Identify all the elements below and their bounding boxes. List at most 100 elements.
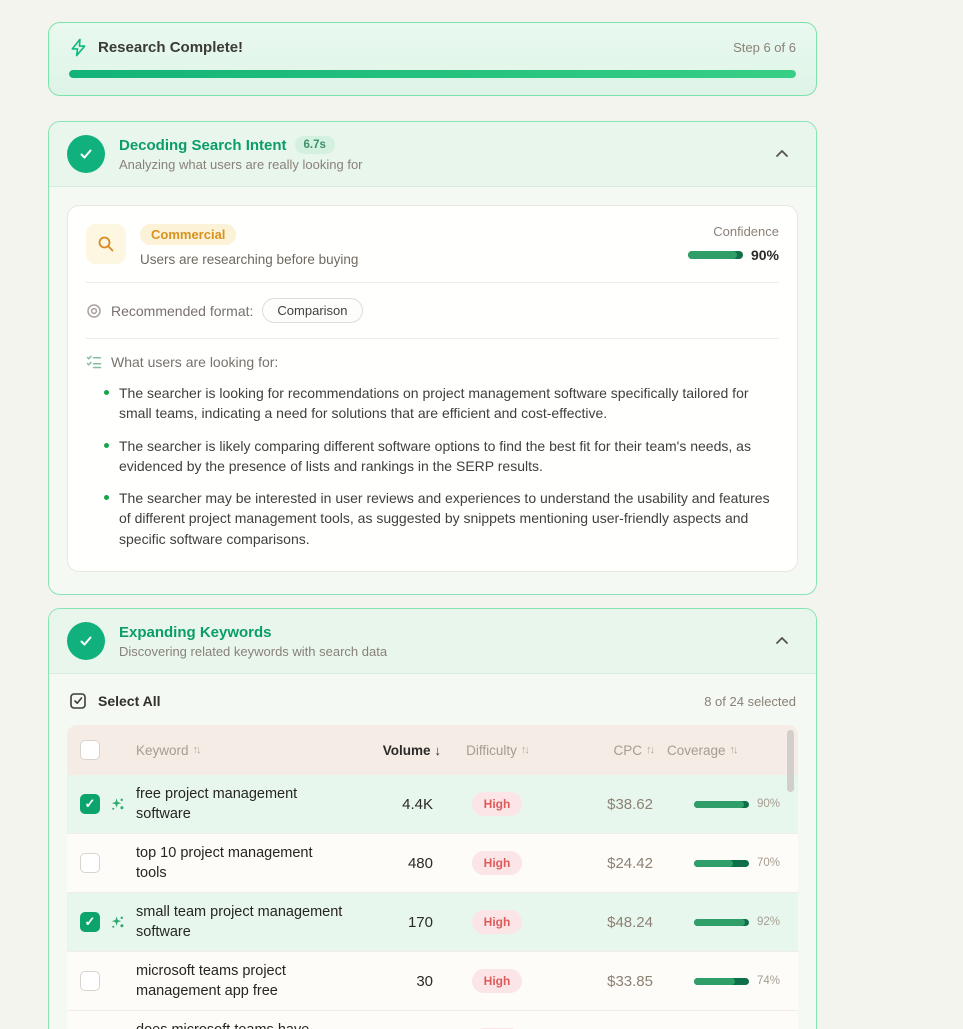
keyword-table: Keyword↑↓ Volume↓ Difficulty↑↓ CPC↑↓ Cov… — [67, 725, 798, 1029]
coverage-percent: 70% — [757, 857, 785, 869]
keyword-text: free project management software — [136, 784, 355, 824]
keyword-text: small team project management software — [136, 902, 355, 942]
target-icon — [86, 303, 102, 319]
bullet-dot — [104, 443, 109, 448]
intent-card-subtitle: Analyzing what users are really looking … — [119, 157, 363, 172]
difficulty-badge: High — [472, 969, 523, 993]
keyword-table-row[interactable]: free project management software 4.4K Hi… — [67, 775, 798, 834]
recommended-format-label: Recommended format: — [111, 303, 253, 319]
divider — [86, 282, 779, 283]
intent-card-header[interactable]: Decoding Search Intent 6.7s Analyzing wh… — [49, 122, 816, 187]
keyword-text: microsoft teams project management app f… — [136, 961, 355, 1001]
bullet-dot — [104, 390, 109, 395]
intent-analysis-panel: Commercial Users are researching before … — [67, 205, 798, 572]
cpc-value: $48.24 — [553, 914, 653, 931]
recommended-format-value: Comparison — [262, 298, 362, 323]
search-intent-icon-box — [86, 224, 126, 264]
keyword-table-row[interactable]: top 10 project management tools 480 High… — [67, 834, 798, 893]
column-header-volume[interactable]: Volume↓ — [355, 743, 441, 758]
checklist-icon — [86, 354, 102, 370]
row-checkbox[interactable] — [80, 853, 100, 873]
keywords-card-subtitle: Discovering related keywords with search… — [119, 644, 387, 659]
coverage-bar-fill — [694, 860, 733, 867]
difficulty-badge: High — [472, 792, 523, 816]
coverage-bar-fill — [694, 801, 744, 808]
column-header-keyword[interactable]: Keyword↑↓ — [136, 743, 355, 758]
keywords-card-header[interactable]: Expanding Keywords Discovering related k… — [49, 609, 816, 674]
volume-value: 4.4K — [355, 796, 441, 813]
step-complete-icon — [67, 135, 105, 173]
coverage-bar — [694, 860, 749, 867]
volume-value: 30 — [355, 973, 441, 990]
looking-for-list: The searcher is looking for recommendati… — [86, 383, 779, 549]
coverage-bar — [694, 919, 749, 926]
cpc-value: $24.42 — [553, 855, 653, 872]
looking-for-item: The searcher is looking for recommendati… — [104, 383, 779, 424]
intent-card-title: Decoding Search Intent — [119, 137, 287, 154]
keyword-table-header: Keyword↑↓ Volume↓ Difficulty↑↓ CPC↑↓ Cov… — [67, 725, 798, 775]
sort-icon: ↑↓ — [646, 744, 653, 756]
bolt-icon — [69, 38, 88, 57]
selected-summary: 8 of 24 selected — [704, 694, 796, 709]
cpc-value: $33.85 — [553, 973, 653, 990]
row-checkbox[interactable] — [80, 912, 100, 932]
banner-title: Research Complete! — [98, 39, 243, 56]
progress-bar — [69, 70, 796, 78]
column-header-difficulty[interactable]: Difficulty↑↓ — [441, 743, 553, 758]
keyword-table-body: free project management software 4.4K Hi… — [67, 775, 798, 1029]
header-checkbox[interactable] — [80, 740, 100, 760]
confidence-label: Confidence — [688, 224, 779, 239]
keyword-text: does microsoft teams have project manage… — [136, 1020, 355, 1029]
intent-type-badge: Commercial — [140, 224, 236, 245]
confidence-bar-fill — [688, 251, 738, 259]
looking-for-heading: What users are looking for: — [111, 354, 278, 370]
duration-badge: 6.7s — [295, 136, 335, 154]
select-all-button[interactable]: Select All — [69, 692, 161, 710]
step-indicator: Step 6 of 6 — [733, 40, 796, 55]
volume-value: 170 — [355, 914, 441, 931]
row-checkbox[interactable] — [80, 971, 100, 991]
keyword-table-row[interactable]: microsoft teams project management app f… — [67, 952, 798, 1011]
cpc-value: $38.62 — [553, 796, 653, 813]
step-complete-icon — [67, 622, 105, 660]
keyword-table-row[interactable]: small team project management software 1… — [67, 893, 798, 952]
coverage-bar — [694, 978, 749, 985]
column-header-coverage[interactable]: Coverage↑↓ — [653, 743, 785, 758]
bullet-dot — [104, 495, 109, 500]
keywords-card-title: Expanding Keywords — [119, 624, 272, 641]
research-complete-banner: Research Complete! Step 6 of 6 — [48, 22, 817, 96]
coverage-percent: 92% — [757, 916, 785, 928]
confidence-value: 90% — [751, 247, 779, 263]
column-header-cpc[interactable]: CPC↑↓ — [553, 743, 653, 758]
select-all-checkbox-icon — [69, 692, 87, 710]
row-checkbox[interactable] — [80, 794, 100, 814]
sort-icon: ↑↓ — [521, 744, 528, 756]
sort-icon: ↑↓ — [730, 744, 737, 756]
ai-sparkle-icon — [110, 915, 136, 930]
chevron-up-icon — [774, 633, 790, 649]
confidence-bar — [688, 251, 743, 259]
keywords-step-card: Expanding Keywords Discovering related k… — [48, 608, 817, 1029]
coverage-percent: 74% — [757, 975, 785, 987]
progress-bar-fill — [69, 70, 796, 78]
select-all-label: Select All — [98, 693, 161, 709]
collapse-keywords-button[interactable] — [770, 629, 794, 653]
collapse-intent-button[interactable] — [770, 142, 794, 166]
coverage-percent: 90% — [757, 798, 785, 810]
intent-step-card: Decoding Search Intent 6.7s Analyzing wh… — [48, 121, 817, 595]
difficulty-badge: High — [472, 910, 523, 934]
volume-value: 480 — [355, 855, 441, 872]
search-icon — [96, 234, 116, 254]
coverage-bar — [694, 801, 749, 808]
chevron-up-icon — [774, 146, 790, 162]
keyword-table-row[interactable]: does microsoft teams have project manage… — [67, 1011, 798, 1029]
keyword-text: top 10 project management tools — [136, 843, 355, 883]
research-page: Research Complete! Step 6 of 6 Decoding … — [48, 0, 817, 1029]
difficulty-badge: High — [472, 851, 523, 875]
sort-icon: ↑↓ — [193, 744, 200, 756]
coverage-bar-fill — [694, 978, 735, 985]
divider — [86, 338, 779, 339]
table-scrollbar-thumb[interactable] — [787, 730, 794, 792]
looking-for-item: The searcher may be interested in user r… — [104, 488, 779, 549]
coverage-bar-fill — [694, 919, 745, 926]
